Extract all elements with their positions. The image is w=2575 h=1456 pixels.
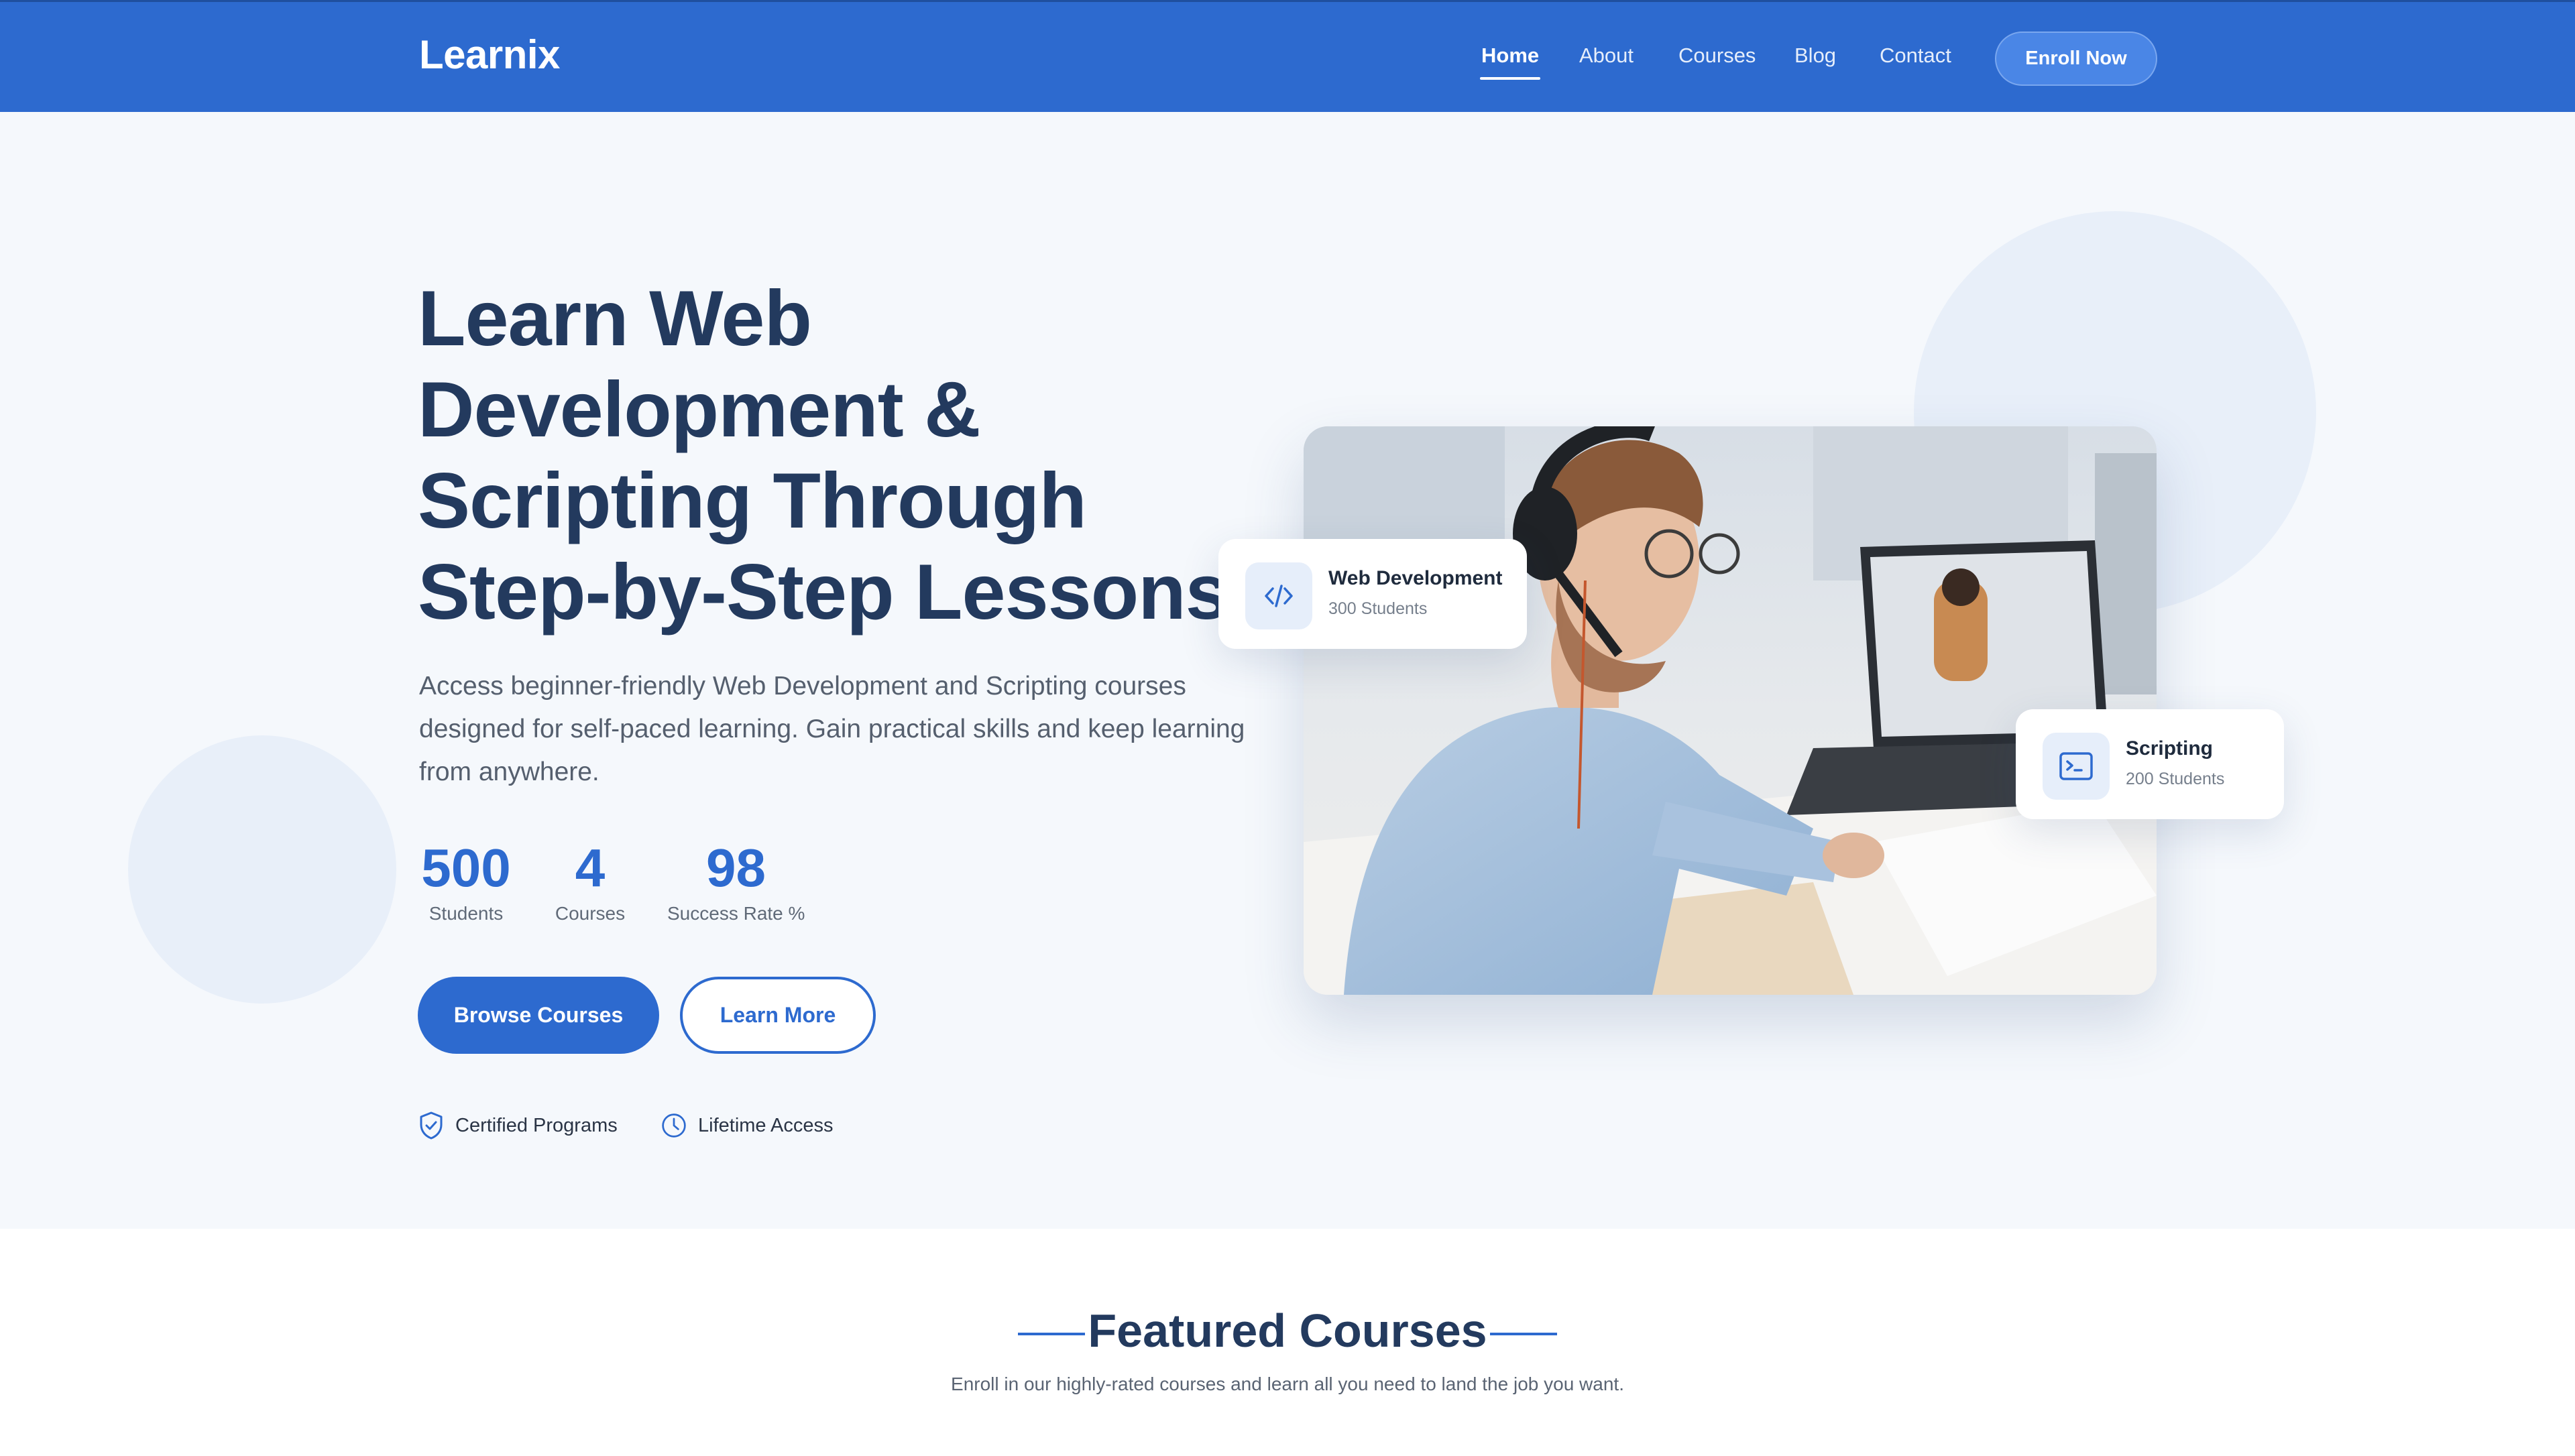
hero-section: Learn Web Development & Scripting Throug…: [0, 112, 2575, 1229]
logo[interactable]: Learnix: [419, 32, 560, 78]
stat-success-rate: 98 Success Rate %: [667, 836, 805, 924]
course-card-scripting[interactable]: Scripting 200 Students: [2016, 709, 2284, 819]
terminal-icon: [2043, 733, 2110, 800]
feature-label: Certified Programs: [455, 1114, 618, 1136]
shield-check-icon: [420, 1111, 443, 1140]
course-card-web-development[interactable]: Web Development 300 Students: [1218, 539, 1527, 649]
decorative-circle: [128, 735, 396, 1004]
stat-students: 500 Students: [419, 836, 513, 924]
hero-title: Learn Web Development & Scripting Throug…: [418, 273, 1290, 638]
nav-contact[interactable]: Contact: [1880, 44, 1951, 68]
hero-title-line: Step-by-Step Lessons: [418, 548, 1229, 635]
card-title: Web Development: [1328, 567, 1503, 589]
featured-courses-section: Featured Courses Enroll in our highly-ra…: [0, 1229, 2575, 1456]
feature-label: Lifetime Access: [698, 1114, 834, 1136]
section-subtitle: Enroll in our highly-rated courses and l…: [951, 1374, 1624, 1394]
enroll-now-button[interactable]: Enroll Now: [1995, 32, 2157, 86]
stat-courses: 4 Courses: [543, 836, 637, 924]
feature-lifetime: Lifetime Access: [661, 1111, 833, 1140]
code-icon: [1245, 562, 1312, 629]
browse-courses-button[interactable]: Browse Courses: [418, 977, 659, 1054]
hero-title-line: Scripting Through: [418, 457, 1087, 544]
stat-label: Students: [428, 903, 504, 924]
card-subtitle: 300 Students: [1328, 599, 1428, 618]
card-subtitle: 200 Students: [2126, 770, 2225, 788]
top-navbar: Learnix Home About Courses Blog Contact …: [0, 0, 2575, 112]
stat-value: 4: [575, 838, 606, 898]
nav-home[interactable]: Home: [1479, 44, 1541, 80]
clock-icon: [662, 1113, 686, 1138]
stat-label: Courses: [555, 903, 626, 924]
section-title: Featured Courses: [1088, 1305, 1487, 1357]
stat-label: Success Rate %: [667, 903, 805, 924]
hero-title-line: Learn Web: [418, 274, 812, 362]
hero-title-line: Development &: [418, 365, 981, 453]
title-decoration-line: [1490, 1333, 1557, 1335]
stat-value: 500: [421, 838, 511, 898]
nav-blog[interactable]: Blog: [1794, 44, 1836, 68]
learn-more-button[interactable]: Learn More: [680, 977, 876, 1054]
stat-value: 98: [706, 838, 766, 898]
card-title: Scripting: [2126, 737, 2214, 760]
feature-certified: Certified Programs: [418, 1111, 618, 1140]
hero-description: Access beginner-friendly Web Development…: [419, 672, 1245, 786]
nav-courses[interactable]: Courses: [1678, 44, 1756, 68]
nav-about[interactable]: About: [1579, 44, 1634, 68]
